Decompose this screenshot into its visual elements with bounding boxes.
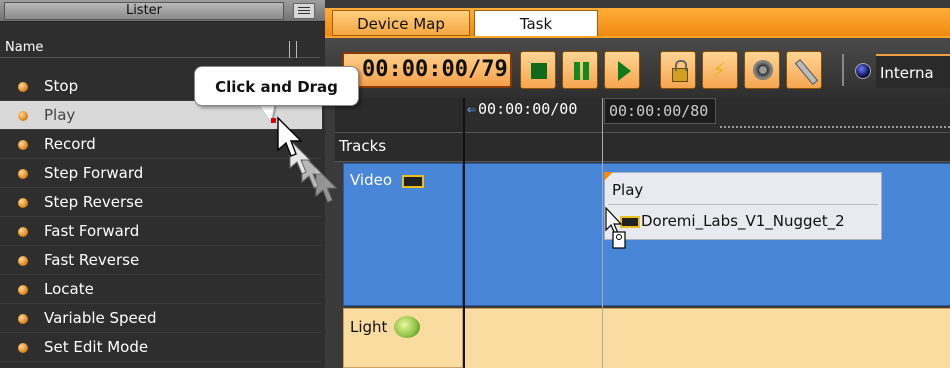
toolbar-separator (842, 54, 844, 86)
tab-task[interactable]: Task (474, 10, 598, 36)
lister-item-set-edit-mode[interactable]: Set Edit Mode (0, 333, 322, 362)
light-track-icon (394, 316, 420, 338)
lister-item-label: Step Forward (44, 164, 144, 182)
film-reel-button[interactable] (744, 51, 780, 89)
lister-item-record[interactable]: Record (0, 130, 322, 159)
command-bullet-icon (18, 111, 28, 121)
lister-item-label: Locate (44, 280, 94, 298)
lister-title[interactable]: Lister (4, 2, 284, 20)
drop-cursor-icon (605, 206, 626, 249)
lister-item-step-reverse[interactable]: Step Reverse (0, 188, 322, 217)
name-column-label: Name (5, 40, 44, 55)
lister-item-label: Variable Speed (44, 309, 157, 327)
command-bullet-icon (18, 256, 28, 266)
lock-button[interactable] (660, 51, 696, 89)
sync-status-icon (855, 63, 871, 79)
lister-options-icon[interactable] (293, 3, 315, 19)
playhead-time-marker[interactable]: 00:00:00/80 (604, 98, 716, 124)
event-divider (608, 204, 878, 205)
wrench-button[interactable] (786, 51, 822, 89)
ruler-start-time: 00:00:00/00 (467, 100, 577, 118)
lister-item-label: Fast Reverse (44, 251, 140, 269)
sync-source-select[interactable]: Interna (876, 54, 950, 88)
command-bullet-icon (18, 169, 28, 179)
lister-item-label: Stop (44, 77, 79, 95)
video-track-icon (402, 175, 424, 188)
flash-button[interactable] (702, 51, 738, 89)
callout-pointer-dot (271, 118, 276, 123)
column-resize-handle[interactable] (289, 41, 297, 58)
click-and-drag-callout: Click and Drag (194, 66, 359, 106)
light-track-lane[interactable] (465, 308, 950, 368)
stop-button[interactable] (520, 51, 556, 89)
light-track-label: Light (350, 318, 388, 336)
drag-cursor-trail-icon (277, 116, 338, 203)
command-bullet-icon (18, 343, 28, 353)
command-bullet-icon (18, 227, 28, 237)
playhead-line[interactable] (602, 98, 603, 368)
command-bullet-icon (18, 314, 28, 324)
ruler-ticks (720, 124, 950, 128)
lister-item-variable-speed[interactable]: Variable Speed (0, 304, 322, 333)
pause-button[interactable] (562, 51, 598, 89)
lister-item-label: Set Edit Mode (44, 338, 149, 356)
lister-item-fast-reverse[interactable]: Fast Reverse (0, 246, 322, 275)
command-bullet-icon (18, 198, 28, 208)
tab-device-map[interactable]: Device Map (332, 10, 470, 36)
tracks-header (335, 132, 950, 162)
command-bullet-icon (18, 82, 28, 92)
lister-item-fast-forward[interactable]: Fast Forward (0, 217, 322, 246)
name-column-header[interactable]: Name (0, 40, 320, 58)
event-clip-name: Doremi_Labs_V1_Nugget_2 (641, 212, 845, 230)
lister-item-label: Record (44, 135, 96, 153)
lister-item-label: Fast Forward (44, 222, 140, 240)
lister-item-label: Step Reverse (44, 193, 144, 211)
play-button[interactable] (604, 51, 640, 89)
lister-item-locate[interactable]: Locate (0, 275, 322, 304)
timecode-display[interactable]: 00:00:00/79 (342, 52, 512, 88)
lister-item-step-forward[interactable]: Step Forward (0, 159, 322, 188)
command-bullet-icon (18, 285, 28, 295)
command-bullet-icon (18, 140, 28, 150)
event-corner-marker (604, 172, 613, 181)
event-title: Play (612, 181, 644, 199)
lister-item-label: Play (44, 106, 76, 124)
track-column-divider[interactable] (463, 98, 465, 368)
